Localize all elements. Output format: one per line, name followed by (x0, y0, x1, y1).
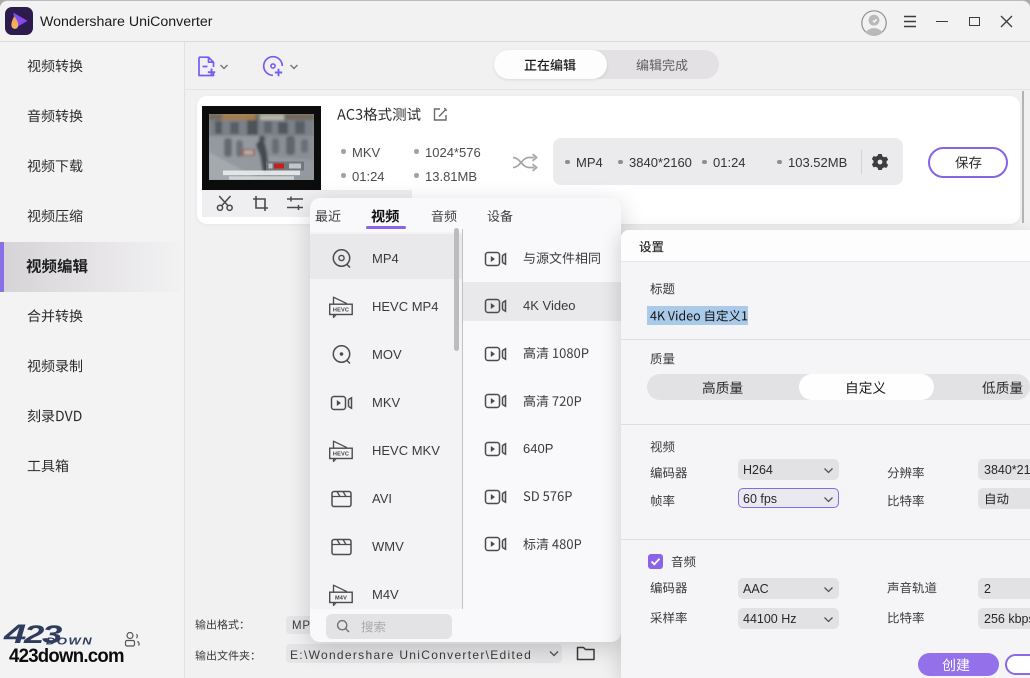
svg-text:HEVC: HEVC (333, 452, 349, 458)
svg-text:HEVC: HEVC (333, 308, 349, 314)
svg-text:M4V: M4V (335, 596, 347, 602)
